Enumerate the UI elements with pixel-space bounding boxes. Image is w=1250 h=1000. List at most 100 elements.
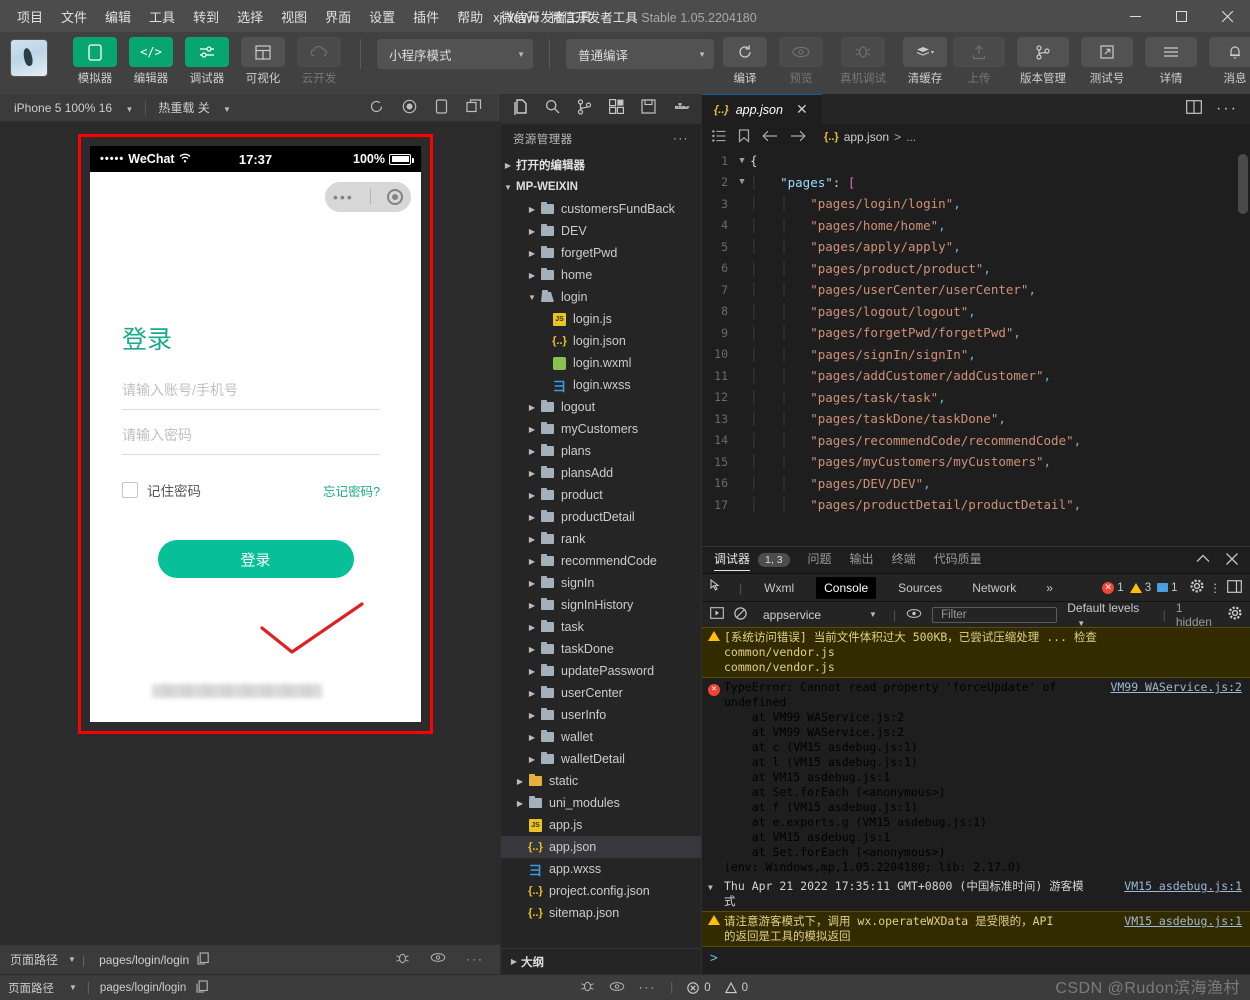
eye-icon[interactable]: [430, 952, 446, 968]
tree-item[interactable]: ▶ signIn: [501, 572, 701, 594]
console-prompt[interactable]: >: [702, 947, 1250, 970]
tree-item[interactable]: 彐 login.wxss: [501, 374, 701, 396]
tree-item[interactable]: ▶ recommendCode: [501, 550, 701, 572]
toolbar-upload[interactable]: 上传: [950, 37, 1008, 86]
tree-item[interactable]: ▶ taskDone: [501, 638, 701, 660]
password-input[interactable]: [122, 427, 380, 443]
toolbar-version-control[interactable]: 版本管理: [1014, 37, 1072, 86]
panel-tab-output[interactable]: 输出: [850, 550, 874, 570]
tree-item[interactable]: ▶ home: [501, 264, 701, 286]
tree-item[interactable]: ▶ updatePassword: [501, 660, 701, 682]
tree-item[interactable]: JS app.js: [501, 814, 701, 836]
tree-item[interactable]: {..} sitemap.json: [501, 902, 701, 924]
tree-section-mp-weixin[interactable]: ▼ MP-WEIXIN: [501, 176, 701, 198]
tree-item[interactable]: ▶ userCenter: [501, 682, 701, 704]
toolbar-editor[interactable]: </> 编辑器: [126, 37, 176, 86]
forgot-password-link[interactable]: 忘记密码?: [323, 481, 380, 500]
menu-item-view[interactable]: 视图: [272, 2, 316, 31]
tree-item[interactable]: {..} login.json: [501, 330, 701, 352]
close-target-icon[interactable]: [386, 189, 403, 205]
kebab-menu-icon[interactable]: ⋮: [1210, 581, 1222, 595]
live-expression-icon[interactable]: [906, 608, 922, 622]
copy-icon[interactable]: [197, 951, 209, 968]
account-input[interactable]: [122, 382, 380, 398]
nav-forward-icon[interactable]: [790, 130, 806, 145]
toolbar-clear-cache[interactable]: ▾ 清缓存: [900, 37, 950, 86]
menu-item-interface[interactable]: 界面: [316, 2, 360, 31]
fold-chevron-icon[interactable]: ▼: [734, 156, 750, 166]
tree-item[interactable]: login.wxml: [501, 352, 701, 374]
status-eye-icon[interactable]: [609, 981, 625, 995]
panel-tab-debugger[interactable]: 调试器: [714, 550, 751, 571]
save-layout-icon[interactable]: [641, 99, 656, 119]
extensions-icon[interactable]: [609, 99, 624, 119]
editor-scrollbar[interactable]: [1238, 154, 1248, 214]
toolbar-preview[interactable]: 预览: [776, 37, 826, 86]
status-bug-icon[interactable]: [580, 980, 595, 996]
tree-item[interactable]: ▶ customersFundBack: [501, 198, 701, 220]
tree-item[interactable]: ▶ logout: [501, 396, 701, 418]
console-settings-icon[interactable]: [1228, 606, 1242, 623]
password-field[interactable]: [122, 427, 380, 455]
more-options-icon[interactable]: ···: [673, 133, 689, 145]
close-panel-icon[interactable]: [1226, 552, 1238, 568]
compile-select[interactable]: 普通编译 ▼: [566, 39, 714, 69]
warning-count[interactable]: 3: [1129, 582, 1151, 594]
project-avatar[interactable]: [10, 39, 48, 77]
error-count[interactable]: ✕ 1: [1102, 581, 1124, 594]
panel-tab-problems[interactable]: 问题: [808, 550, 832, 570]
tree-item[interactable]: {..} app.json: [501, 836, 701, 858]
menu-item-plugins[interactable]: 插件: [404, 2, 448, 31]
login-submit-button[interactable]: 登录: [157, 540, 354, 578]
fold-chevron-icon[interactable]: ▼: [734, 177, 750, 187]
tree-item[interactable]: ▶ product: [501, 484, 701, 506]
more-options-icon[interactable]: ···: [466, 952, 484, 968]
tree-item[interactable]: ▶ static: [501, 770, 701, 792]
mode-select[interactable]: 小程序模式 ▼: [377, 39, 533, 69]
gear-icon[interactable]: [1189, 579, 1204, 596]
tree-item[interactable]: ▶ userInfo: [501, 704, 701, 726]
more-dots-icon[interactable]: •••: [333, 189, 354, 205]
maximize-button[interactable]: [1158, 0, 1204, 32]
outline-section[interactable]: ▶ 大纲: [501, 948, 701, 974]
more-options-icon[interactable]: ···: [1216, 100, 1238, 118]
console-output[interactable]: [系统访问错误] 当前文件体积过大 500KB，已尝试压缩处理 ... 检查 c…: [702, 627, 1250, 974]
outline-list-icon[interactable]: [712, 129, 726, 145]
toolbar-compile[interactable]: 编译: [720, 37, 770, 86]
tab-app-json[interactable]: {..} app.json ✕: [702, 94, 822, 124]
tree-item[interactable]: ▶ signInHistory: [501, 594, 701, 616]
toolbar-remote-debug[interactable]: 真机调试: [832, 37, 894, 86]
tree-item[interactable]: 彐 app.wxss: [501, 858, 701, 880]
tree-item[interactable]: ▶ walletDetail: [501, 748, 701, 770]
inspect-element-icon[interactable]: [710, 578, 725, 596]
tree-item[interactable]: ▶ DEV: [501, 220, 701, 242]
menu-item-help[interactable]: 帮助: [448, 2, 492, 31]
screenshot-icon[interactable]: [435, 98, 448, 117]
tree-item[interactable]: ▶ productDetail: [501, 506, 701, 528]
code-editor[interactable]: 1 ▼{2 ▼ │ "pages": [3 │ │ "pages/login/login…: [702, 150, 1250, 546]
menu-item-project[interactable]: 项目: [8, 2, 52, 31]
detach-window-icon[interactable]: [466, 98, 482, 117]
tree-item[interactable]: ▶ plansAdd: [501, 462, 701, 484]
files-icon[interactable]: [513, 98, 528, 120]
menu-item-goto[interactable]: 转到: [184, 2, 228, 31]
toolbar-test-account[interactable]: 测试号: [1078, 37, 1136, 86]
tree-section-open-editors[interactable]: ▶ 打开的编辑器: [501, 154, 701, 176]
account-field[interactable]: [122, 382, 380, 410]
devtool-tab-wxml[interactable]: Wxml: [756, 577, 802, 599]
minimize-button[interactable]: [1112, 0, 1158, 32]
clear-console-icon[interactable]: [734, 606, 747, 623]
breadcrumb-rest[interactable]: ...: [906, 130, 916, 144]
toolbar-debugger[interactable]: 调试器: [182, 37, 232, 86]
tree-item[interactable]: JS login.js: [501, 308, 701, 330]
tree-item[interactable]: ▶ plans: [501, 440, 701, 462]
tree-item[interactable]: ▶ wallet: [501, 726, 701, 748]
toolbar-details[interactable]: 详情: [1142, 37, 1200, 86]
status-more-icon[interactable]: ···: [639, 982, 657, 994]
hot-reload-select[interactable]: 热重载 关 ▼: [152, 97, 237, 118]
close-icon[interactable]: ✕: [796, 101, 808, 118]
panel-tab-code-quality[interactable]: 代码质量: [934, 550, 982, 570]
breadcrumb-file[interactable]: app.json: [844, 130, 889, 144]
tree-item[interactable]: ▶ uni_modules: [501, 792, 701, 814]
devtool-tab-console[interactable]: Console: [816, 576, 877, 599]
